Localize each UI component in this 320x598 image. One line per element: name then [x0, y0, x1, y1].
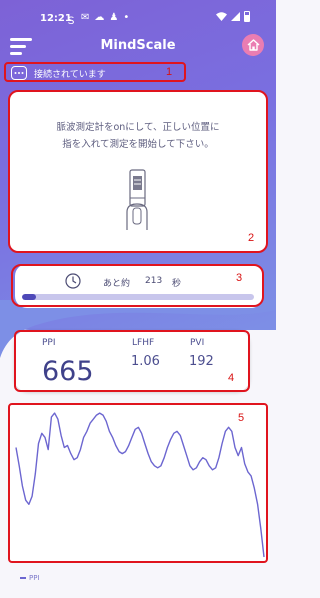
legend-label-ppi: PPI — [29, 574, 40, 582]
annotation-box-4 — [14, 330, 250, 392]
annotation-label-4: 4 — [228, 372, 235, 384]
cloud-icon: ☁ — [94, 12, 105, 23]
dot-icon: • — [123, 12, 130, 23]
annotation-box-3 — [11, 264, 264, 307]
app-title: MindScale — [100, 38, 176, 53]
annotation-box-2 — [8, 90, 268, 253]
signal-icon — [231, 12, 240, 21]
annotation-label-5: 5 — [238, 412, 245, 424]
annotation-box-5 — [8, 403, 268, 563]
chart-legend: PPI — [20, 574, 40, 582]
s-icon: Ｓ — [66, 16, 76, 27]
status-system-icons — [216, 11, 250, 22]
app-header: MindScale — [0, 32, 276, 58]
annotation-label-3: 3 — [236, 272, 243, 284]
status-notification-icons: Ｓ ✉ ☁ ♟ • — [66, 12, 129, 27]
mail-icon: ✉ — [81, 12, 90, 23]
status-bar: 12:21 Ｓ ✉ ☁ ♟ • — [0, 0, 276, 36]
annotation-box-1 — [4, 62, 186, 82]
annotation-label-2: 2 — [248, 232, 255, 244]
home-button[interactable] — [242, 34, 264, 56]
legend-swatch — [20, 577, 26, 579]
wifi-icon — [216, 12, 227, 21]
home-icon — [247, 39, 259, 51]
person-icon: ♟ — [109, 12, 119, 23]
annotation-label-1: 1 — [166, 66, 173, 78]
battery-icon — [244, 11, 250, 22]
